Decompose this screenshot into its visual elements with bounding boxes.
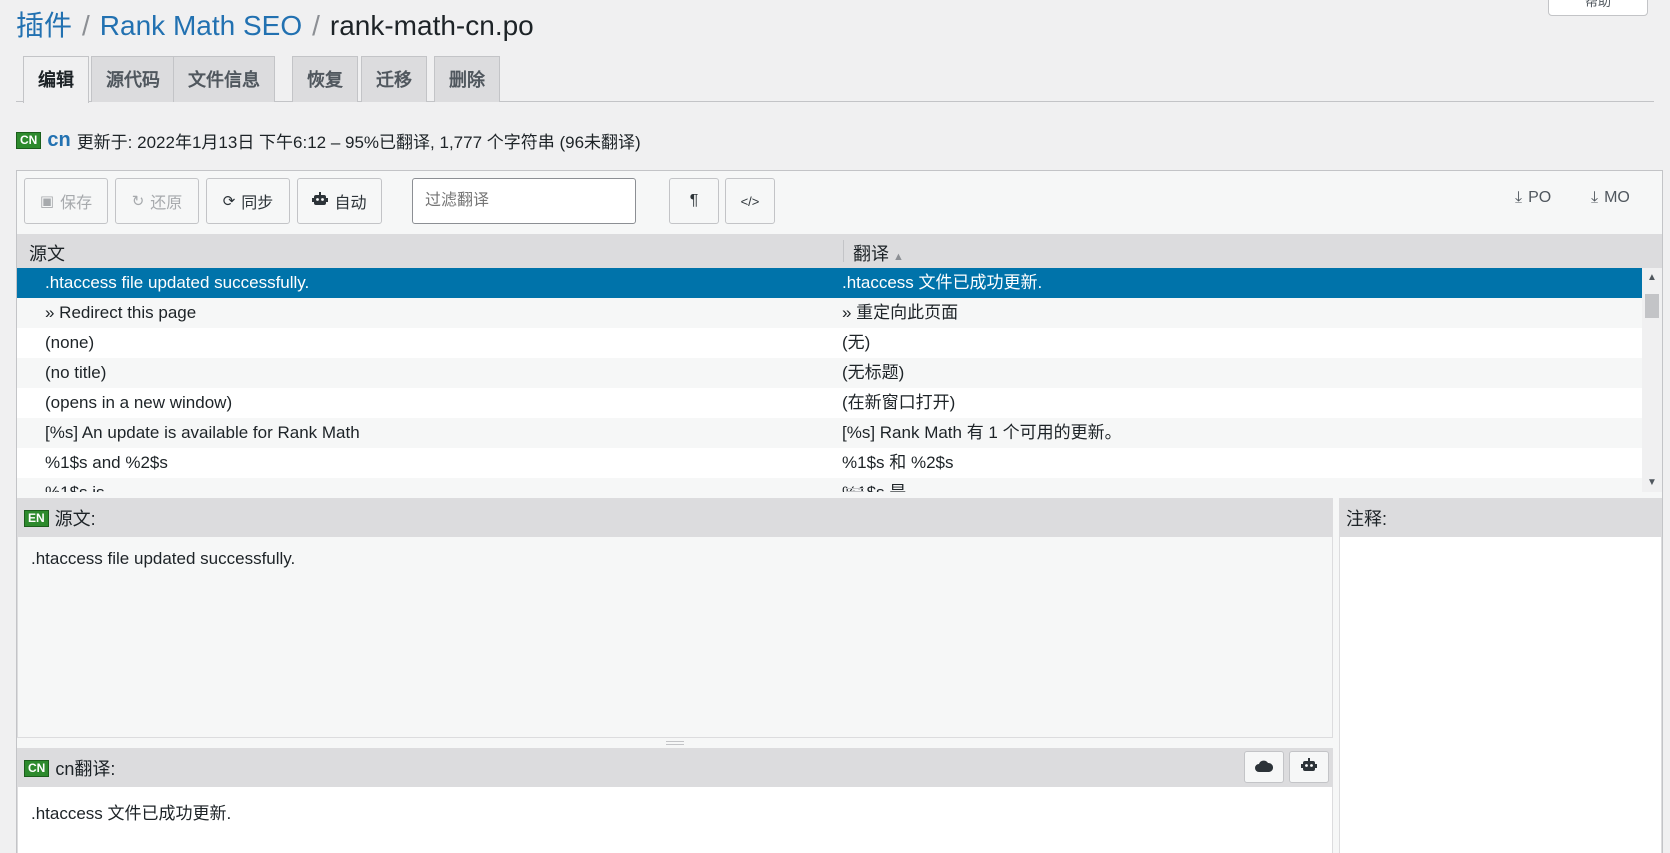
table-row[interactable]: (opens in a new window) (在新窗口打开) <box>17 388 1642 418</box>
download-po-button[interactable]: ⤓ PO <box>1515 189 1551 207</box>
column-translation-label: 翻译 <box>853 244 889 264</box>
pane-resize-handle[interactable] <box>666 741 684 745</box>
table-row[interactable]: » Redirect this page » 重定向此页面 <box>17 298 1642 328</box>
tab-delete[interactable]: 删除 <box>434 56 500 102</box>
filter-input[interactable] <box>412 178 636 224</box>
breadcrumb-file: rank-math-cn.po <box>329 10 534 41</box>
source-pane-header: EN 源文: <box>18 499 1332 537</box>
tab-bar: 编辑 源代码 文件信息 恢复 迁移 删除 <box>16 56 1654 103</box>
download-icon: ⤓ <box>1515 189 1523 206</box>
revert-button[interactable]: ↻ 还原 <box>115 178 199 224</box>
scrollbar-thumb[interactable] <box>1645 294 1659 318</box>
row-source: (opens in a new window) <box>45 393 233 412</box>
row-source: (no title) <box>45 363 107 382</box>
source-pane-title: 源文: <box>54 509 96 529</box>
save-icon: ▣ <box>39 193 55 210</box>
table-row[interactable]: (no title) (无标题) <box>17 358 1642 388</box>
row-source: » Redirect this page <box>45 303 197 322</box>
breadcrumb-separator: / <box>82 10 90 41</box>
auto-translate-button[interactable]: 自动 <box>297 178 382 224</box>
cn-flag-icon: CN <box>16 132 42 149</box>
code-icon: </> <box>740 193 760 209</box>
save-button[interactable]: ▣ 保存 <box>24 178 108 224</box>
column-source[interactable]: 源文 <box>29 240 65 266</box>
suggest-button[interactable] <box>1244 751 1284 783</box>
column-translation[interactable]: 翻译 ▲ <box>853 240 904 266</box>
scroll-up-icon[interactable]: ▲ <box>1647 272 1657 283</box>
tab-edit[interactable]: 编辑 <box>23 56 89 103</box>
notes-pane: 注释: <box>1339 498 1662 853</box>
row-source: %1$s is <box>45 478 105 492</box>
table-row[interactable]: (none) (无) <box>17 328 1642 358</box>
cloud-icon <box>1255 759 1274 776</box>
download-po-label: PO <box>1528 189 1552 206</box>
toggle-invisibles-button[interactable]: ¶ <box>669 178 719 224</box>
notes-pane-header: 注释: <box>1340 499 1661 537</box>
table-row[interactable]: .htaccess file updated successfully. .hta… <box>17 268 1642 298</box>
notes-pane-title: 注释: <box>1346 509 1388 529</box>
robot-icon <box>1301 758 1317 776</box>
pilcrow-icon: ¶ <box>689 192 699 209</box>
row-source: (none) <box>45 333 95 352</box>
table-row[interactable]: %1$s and %2$s %1$s 和 %2$s <box>17 448 1642 478</box>
tab-restore[interactable]: 恢复 <box>292 56 358 102</box>
save-label: 保存 <box>60 195 93 212</box>
row-source: [%s] An update is available for Rank Mat… <box>45 423 360 442</box>
auto-label: 自动 <box>334 195 367 212</box>
row-translation: [%s] Rank Math 有 1 个可用的更新。 <box>842 423 1122 442</box>
page-title: 插件 / Rank Math SEO / rank-math-cn.po <box>16 4 534 44</box>
sort-asc-icon: ▲ <box>893 251 904 263</box>
breadcrumb-plugins[interactable]: 插件 <box>16 10 72 41</box>
download-icon: ⤓ <box>1591 189 1599 206</box>
download-mo-button[interactable]: ⤓ MO <box>1591 189 1630 207</box>
source-text: .htaccess file updated successfully. <box>31 549 296 568</box>
source-pane: EN 源文: .htaccess file updated successful… <box>17 498 1333 738</box>
cn-flag-icon: CN <box>24 759 50 777</box>
translation-textarea[interactable]: .htaccess 文件已成功更新. <box>18 787 1332 853</box>
string-list: .htaccess file updated successfully. .hta… <box>17 268 1642 492</box>
sync-icon: ⟳ <box>222 193 236 210</box>
row-source: .htaccess file updated successfully. <box>45 273 310 292</box>
row-source: %1$s and %2$s <box>45 453 168 472</box>
tab-file-info[interactable]: 文件信息 <box>173 56 275 102</box>
column-divider[interactable] <box>843 240 844 262</box>
help-button[interactable]: 帮助 <box>1548 0 1648 16</box>
breadcrumb-separator: / <box>312 10 320 41</box>
translation-pane-title: cn翻译: <box>55 759 116 779</box>
auto-translate-entry-button[interactable] <box>1289 751 1329 783</box>
translation-pane: CN cn翻译: .htaccess 文件已成功更新. <box>17 748 1333 853</box>
revert-label: 还原 <box>150 195 183 212</box>
tab-source-code[interactable]: 源代码 <box>91 56 175 102</box>
file-meta: CN cn 更新于: 2022年1月13日 下午6:12 – 95%已翻译, 1… <box>16 128 641 153</box>
table-row[interactable]: %1$s is%1$s 是 <box>17 478 1642 492</box>
sync-label: 同步 <box>241 195 274 212</box>
row-translation: .htaccess 文件已成功更新. <box>842 273 1043 292</box>
breadcrumb-plugin[interactable]: Rank Math SEO <box>100 10 302 41</box>
notes-textarea[interactable] <box>1340 537 1661 853</box>
row-translation: (在新窗口打开) <box>842 393 956 412</box>
revert-icon: ↻ <box>131 193 145 210</box>
robot-icon <box>312 192 329 210</box>
locale-link[interactable]: cn <box>47 129 70 152</box>
row-translation: » 重定向此页面 <box>842 303 959 322</box>
file-status: 更新于: 2022年1月13日 下午6:12 – 95%已翻译, 1,777 个… <box>76 133 641 152</box>
table-row[interactable]: [%s] An update is available for Rank Mat… <box>17 418 1642 448</box>
resize-handle[interactable] <box>846 488 864 492</box>
download-mo-label: MO <box>1604 189 1630 206</box>
list-scrollbar[interactable]: ▲ ▼ <box>1642 268 1662 492</box>
po-editor: ▣ 保存 ↻ 还原 ⟳ 同步 自动 ¶ </> ⤓ PO ⤓ MO 源文 翻译 ▲ <box>16 170 1663 853</box>
editor-toolbar: ▣ 保存 ↻ 还原 ⟳ 同步 自动 ¶ </> ⤓ PO ⤓ MO <box>17 171 1662 234</box>
grid-header: 源文 翻译 ▲ <box>17 234 1662 268</box>
row-translation: (无标题) <box>842 363 905 382</box>
toggle-code-button[interactable]: </> <box>725 178 775 224</box>
scroll-down-icon[interactable]: ▼ <box>1647 477 1657 488</box>
en-flag-icon: EN <box>24 509 49 527</box>
translation-pane-header: CN cn翻译: <box>18 749 1332 787</box>
tab-migrate[interactable]: 迁移 <box>361 56 427 102</box>
row-translation: (无) <box>842 333 871 352</box>
sync-button[interactable]: ⟳ 同步 <box>206 178 290 224</box>
row-translation: %1$s 和 %2$s <box>842 453 954 472</box>
